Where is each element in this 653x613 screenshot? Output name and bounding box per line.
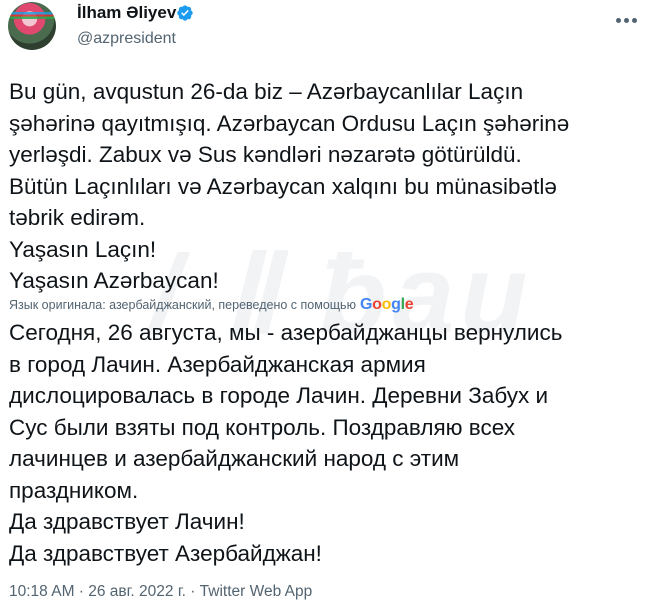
tweet-meta[interactable]: 10:18 AM · 26 авг. 2022 г. · Twitter Web…: [9, 583, 312, 601]
more-options-icon[interactable]: [612, 6, 640, 34]
avatar-flag: [8, 12, 56, 19]
verified-badge-icon: [177, 5, 193, 21]
avatar[interactable]: [8, 2, 56, 50]
translation-note[interactable]: Язык оригинала: азербайджанский, перевед…: [9, 296, 414, 314]
google-logo: Google: [359, 296, 414, 313]
author-display-name[interactable]: İlham Əliyev: [77, 3, 176, 23]
tweet-header: İlham Əliyev @azpresident: [0, 0, 653, 62]
translated-tweet-text: Сегодня, 26 августа, мы - азербайджанцы …: [9, 320, 563, 566]
tweet-text: Bu gün, avqustun 26-da biz – Azərbaycanl…: [9, 79, 570, 293]
author-handle[interactable]: @azpresident: [77, 30, 176, 48]
translation-note-text: Язык оригинала: азербайджанский, перевед…: [9, 298, 356, 312]
